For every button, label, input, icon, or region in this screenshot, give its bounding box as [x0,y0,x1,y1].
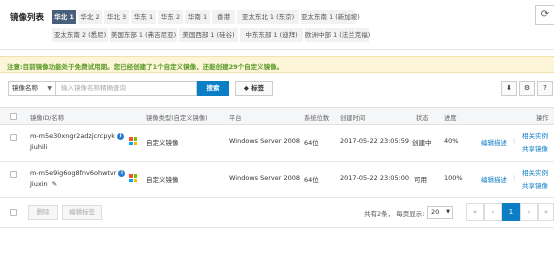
edit-description-link[interactable]: 编辑描述 [481,137,507,147]
platform: Windows Server 2008 [229,174,301,182]
region-tab[interactable]: 华北 1 [52,10,76,24]
region-tab[interactable]: 华东 2 [158,10,183,24]
row-checkbox[interactable] [10,171,17,178]
th-type: 镜像类型(自定义镜像) [146,115,208,122]
row-checkbox[interactable] [10,134,17,141]
image-type: 自定义镜像 [146,176,179,184]
status: 可用 [414,176,427,184]
info-icon[interactable]: i [117,133,125,140]
region-tab[interactable]: 中东东部 1 (迪拜) [240,28,303,42]
share-image-link[interactable]: 共享镜像 [522,143,548,153]
th-id-name: 镜像ID/名称 [30,115,65,122]
total-count-text: 共有2条， 每页显示: [364,210,425,218]
image-name: Jiuhili [30,143,48,151]
region-tab[interactable]: 华东 1 [131,10,156,24]
table-row: m-m5e30xngr2adzjcrcpyk i Jiuhili 自定义镜像 Wi… [0,125,554,162]
th-created: 创建时间 [340,115,366,122]
settings-icon: ⚙ [523,84,531,92]
bits: 64位 [304,139,319,147]
tag-icon: ◆ [243,84,249,92]
table-footer: 删除 编辑标签 共有2条， 每页显示: 20 ▼ « ‹ 1 › » [0,198,554,228]
refresh-button[interactable]: ⟳ [535,5,554,25]
last-page-button[interactable]: » [538,203,554,221]
select-all-checkbox[interactable] [10,113,17,120]
header-divider [0,49,554,50]
search-field-select[interactable]: 镜像名称 ▼ [8,81,56,96]
region-tab[interactable]: 亚太东北 1 (东京) [237,10,299,24]
first-page-button[interactable]: « [466,203,484,221]
related-instances-link[interactable]: 相关实例 [522,167,548,177]
image-id-cell: m-m5e9ig6og8fnv6ohwtvr i [30,169,126,177]
page-1-button[interactable]: 1 [502,203,520,221]
region-tab[interactable]: 华南 1 [185,10,210,24]
th-bits: 系统位数 [304,115,330,122]
chevron-down-icon: ▼ [47,85,52,92]
refresh-icon: ⟳ [540,9,550,20]
windows-icon [129,174,137,182]
tag-button-label: 标签 [251,84,265,92]
region-tab[interactable]: 香港 [212,10,235,24]
settings-button[interactable]: ⚙ [519,81,535,96]
prev-page-button[interactable]: ‹ [484,203,502,221]
table-header: 镜像ID/名称 镜像类型(自定义镜像) 平台 系统位数 创建时间 状态 进度 操… [0,107,554,125]
search-button[interactable]: 搜索 [197,81,229,96]
created-time: 2017-05-22 23:05:59 [340,137,410,145]
platform: Windows Server 2008 [229,137,301,145]
image-id: m-m5e9ig6og8fnv6ohwtvr [30,169,117,177]
page-title: 镜像列表 [10,13,45,23]
page-size-select[interactable]: 20 ▼ [427,206,453,219]
page-size-value: 20 [431,208,440,216]
tag-button[interactable]: ◆ 标签 [235,81,273,96]
import-button[interactable]: ⬇ [501,81,517,96]
th-status: 状态 [416,115,429,122]
notice-text: 注意:目前镜像功能处于免费试用期。您已经创建了1个自定义镜像，还能创建29个自定… [7,63,284,71]
pencil-icon[interactable]: ✎ [52,180,57,188]
region-tab[interactable]: 美国东部 1 (弗吉尼亚) [110,28,177,42]
region-tab[interactable]: 欧洲中部 1 (法兰克福) [305,28,370,42]
ops-divider: | [513,174,516,182]
import-icon: ⬇ [506,84,512,92]
status: 创建中 [412,139,432,147]
search-field-select-value: 镜像名称 [12,84,38,92]
created-time: 2017-05-22 23:05:00 [340,174,410,182]
footer-select-all-checkbox[interactable] [10,209,17,216]
search-input[interactable]: 输入镜像名称精确查询 [56,81,197,96]
table-row: m-m5e9ig6og8fnv6ohwtvr i Jiuxin ✎ 自定义镜像 W… [0,162,554,198]
bits: 64位 [304,176,319,184]
region-tab[interactable]: 美国西部 1 (硅谷) [179,28,238,42]
image-id: m-m5e30xngr2adzjcrcpyk [30,132,116,140]
ops-divider: | [513,137,516,145]
image-id-cell: m-m5e30xngr2adzjcrcpyk i [30,132,125,140]
progress: 100% [444,174,463,182]
info-icon[interactable]: i [118,170,126,177]
windows-icon [129,137,137,145]
region-tab[interactable]: 华北 2 [78,10,102,24]
edit-tags-button[interactable]: 编辑标签 [62,205,102,220]
image-name: Jiuxin [30,180,48,188]
delete-button[interactable]: 删除 [28,205,58,220]
chevron-down-icon: ▼ [446,209,450,215]
share-image-link[interactable]: 共享镜像 [522,180,548,190]
th-progress: 进度 [444,115,457,122]
help-icon: ? [543,84,547,92]
th-ops: 操作 [536,115,549,122]
notice-bar: 注意:目前镜像功能处于免费试用期。您已经创建了1个自定义镜像，还能创建29个自定… [0,56,554,73]
region-tab[interactable]: 华北 3 [104,10,129,24]
help-button[interactable]: ? [537,81,553,96]
region-tab[interactable]: 亚太东南 1 (新加坡) [301,10,360,24]
image-type: 自定义镜像 [146,139,179,147]
image-name-cell: Jiuxin ✎ [30,180,57,188]
region-tab[interactable]: 亚太东南 2 (悉尼) [52,28,108,42]
progress: 40% [444,137,459,145]
related-instances-link[interactable]: 相关实例 [522,130,548,140]
edit-description-link[interactable]: 编辑描述 [481,174,507,184]
next-page-button[interactable]: › [520,203,538,221]
th-platform: 平台 [229,115,242,122]
